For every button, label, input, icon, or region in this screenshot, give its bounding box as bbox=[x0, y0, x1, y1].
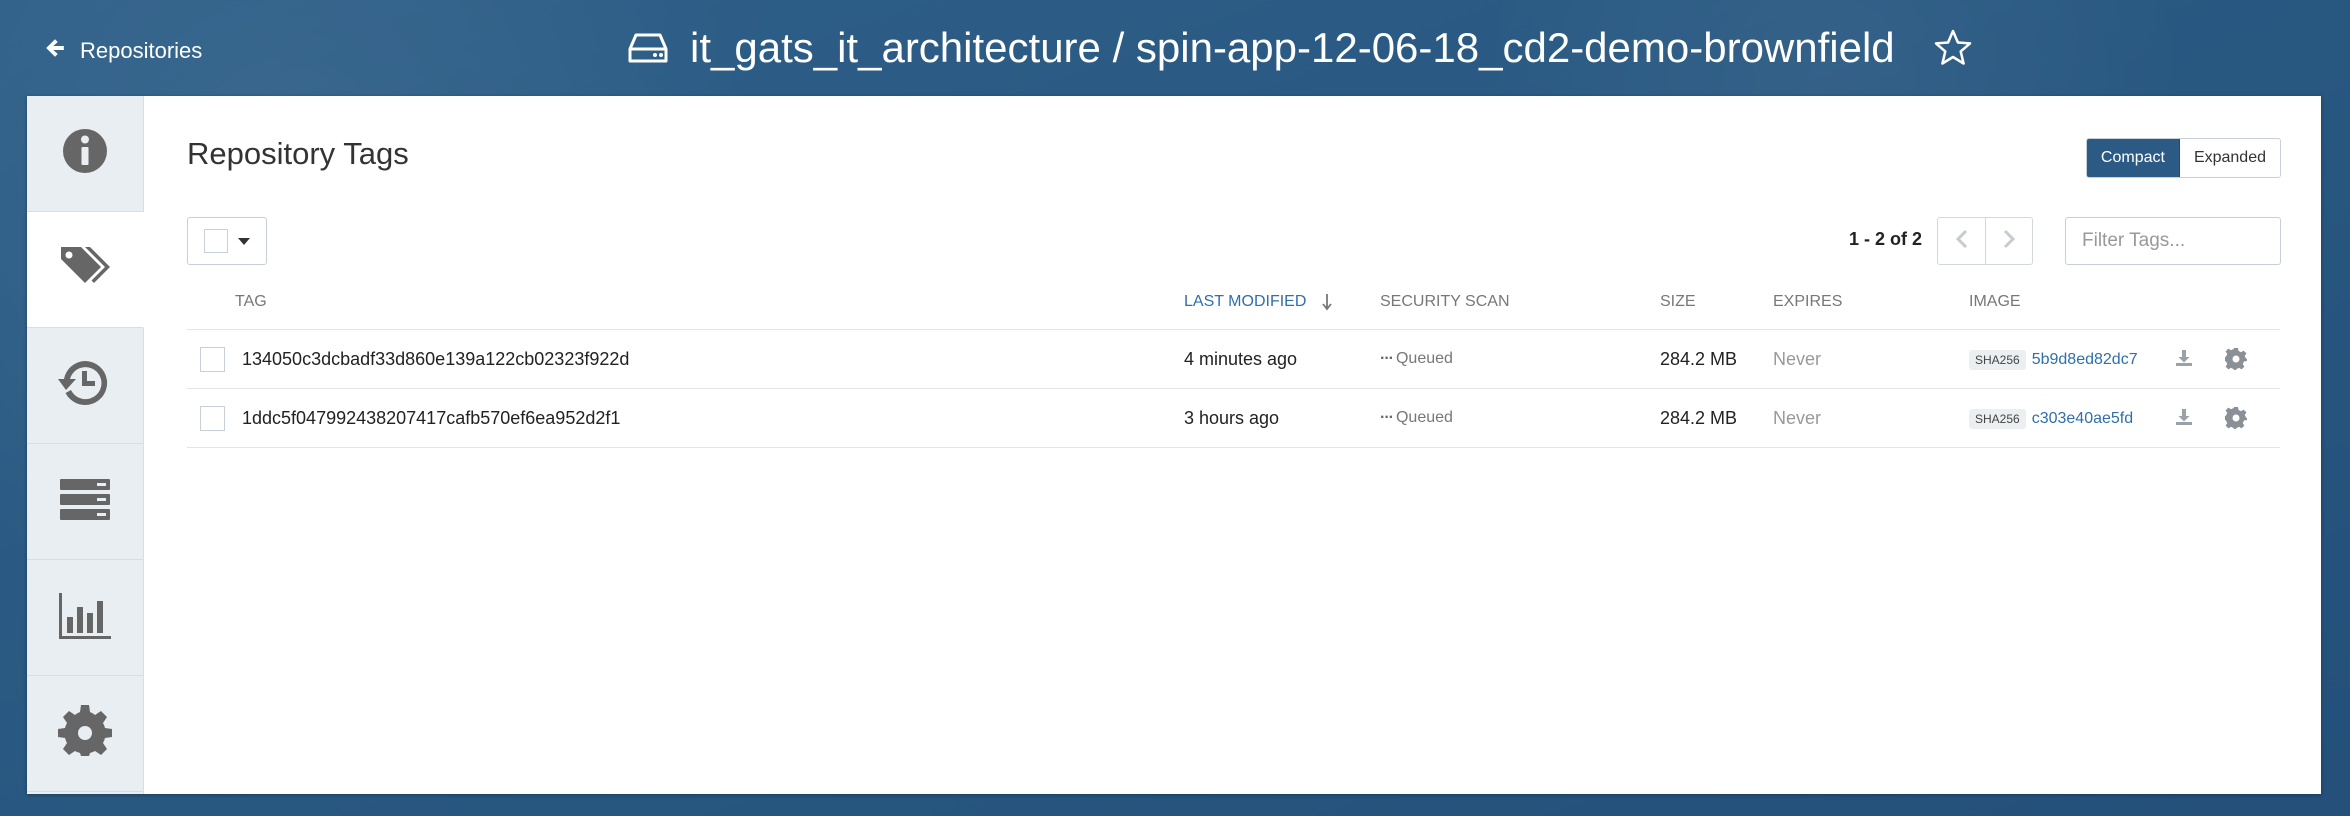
settings-gear-icon[interactable] bbox=[2224, 347, 2248, 371]
column-header-image[interactable]: IMAGE bbox=[1969, 292, 2021, 330]
sort-descending-icon bbox=[1322, 292, 1333, 312]
sha-badge: SHA256 bbox=[1969, 409, 2026, 430]
image-size: 284.2 MB bbox=[1660, 349, 1738, 369]
page-title: Repository Tags bbox=[187, 136, 409, 171]
download-icon[interactable] bbox=[2174, 348, 2194, 368]
repository-sidebar bbox=[27, 96, 144, 794]
compact-view-button[interactable]: Compact bbox=[2086, 139, 2180, 177]
settings-gear-icon[interactable] bbox=[2224, 406, 2248, 430]
column-header-expires[interactable]: EXPIRES bbox=[1773, 292, 1842, 330]
expanded-view-button[interactable]: Expanded bbox=[2179, 139, 2280, 177]
tags-content: Repository Tags Compact Expanded 1 - 2 o… bbox=[187, 96, 2281, 794]
server-stack-icon bbox=[57, 471, 113, 532]
column-header-last-modified-label: LAST MODIFIED bbox=[1184, 293, 1307, 310]
chevron-left-icon bbox=[1954, 229, 1970, 254]
sha-badge: SHA256 bbox=[1969, 350, 2026, 371]
table-row: 1ddc5f047992438207417cafb570ef6ea952d2f1… bbox=[187, 389, 2280, 448]
table-row: 134050c3dcbadf33d860e139a122cb02323f922d… bbox=[187, 330, 2280, 389]
pagination-summary: 1 - 2 of 2 bbox=[1848, 229, 1922, 249]
table-header: TAG LAST MODIFIED SECURITY SCAN SIZE EXP… bbox=[187, 292, 2280, 330]
last-modified: 4 minutes ago bbox=[1184, 349, 1298, 369]
sidebar-item-tags[interactable] bbox=[27, 212, 144, 328]
image-digest-link[interactable]: c303e40ae5fd bbox=[2032, 410, 2133, 427]
image-id: SHA256 5b9d8ed82dc7 bbox=[1969, 330, 2138, 388]
repository-title: it_gats_it_architecture / spin-app-12-06… bbox=[690, 24, 1895, 71]
image-size: 284.2 MB bbox=[1660, 408, 1738, 428]
sidebar-item-builds[interactable] bbox=[27, 444, 143, 560]
column-header-last-modified[interactable]: LAST MODIFIED bbox=[1184, 292, 1333, 330]
info-circle-icon bbox=[57, 123, 113, 184]
top-bar: Repositories it_gats_it_architecture / s… bbox=[0, 0, 2350, 95]
tag-name[interactable]: 1ddc5f047992438207417cafb570ef6ea952d2f1 bbox=[242, 389, 620, 447]
image-id: SHA256 c303e40ae5fd bbox=[1969, 389, 2133, 447]
sidebar-item-usage[interactable] bbox=[27, 560, 143, 676]
row-checkbox[interactable] bbox=[200, 347, 225, 372]
hard-drive-icon bbox=[628, 31, 668, 65]
column-header-size[interactable]: SIZE bbox=[1660, 292, 1696, 330]
caret-down-icon bbox=[238, 237, 250, 245]
arrow-left-icon bbox=[44, 37, 66, 65]
select-all-dropdown[interactable] bbox=[187, 217, 267, 265]
back-link-label: Repositories bbox=[80, 38, 203, 63]
repository-header: it_gats_it_architecture / spin-app-12-06… bbox=[628, 18, 1973, 78]
security-scan-label: Queued bbox=[1395, 409, 1453, 426]
ellipsis-icon: ··· bbox=[1380, 350, 1394, 367]
next-page-button[interactable] bbox=[1985, 218, 2032, 264]
column-header-security-scan[interactable]: SECURITY SCAN bbox=[1380, 292, 1510, 330]
tags-table: TAG LAST MODIFIED SECURITY SCAN SIZE EXP… bbox=[187, 292, 2280, 448]
back-to-repositories-link[interactable]: Repositories bbox=[44, 34, 202, 68]
previous-page-button[interactable] bbox=[1938, 218, 1985, 264]
pagination-buttons bbox=[1937, 217, 2033, 265]
row-checkbox[interactable] bbox=[200, 406, 225, 431]
bar-chart-icon bbox=[57, 587, 113, 648]
tag-name[interactable]: 134050c3dcbadf33d860e139a122cb02323f922d bbox=[242, 330, 629, 388]
download-icon[interactable] bbox=[2174, 407, 2194, 427]
sidebar-item-settings[interactable] bbox=[27, 676, 143, 792]
image-digest-link[interactable]: 5b9d8ed82dc7 bbox=[2032, 351, 2138, 368]
select-all-checkbox[interactable] bbox=[204, 229, 228, 253]
history-icon bbox=[57, 355, 113, 416]
security-scan-status[interactable]: ··· Queued bbox=[1380, 330, 1453, 388]
view-toggle: Compact Expanded bbox=[2085, 138, 2281, 178]
last-modified: 3 hours ago bbox=[1184, 408, 1280, 428]
column-header-tag[interactable]: TAG bbox=[235, 292, 267, 330]
star-outline-icon[interactable] bbox=[1933, 28, 1973, 68]
ellipsis-icon: ··· bbox=[1380, 409, 1394, 426]
chevron-right-icon bbox=[2001, 229, 2017, 254]
security-scan-status[interactable]: ··· Queued bbox=[1380, 389, 1453, 447]
sidebar-item-history[interactable] bbox=[27, 328, 143, 444]
gear-icon bbox=[57, 703, 113, 764]
repository-panel: Repository Tags Compact Expanded 1 - 2 o… bbox=[27, 96, 2321, 794]
sidebar-item-info[interactable] bbox=[27, 96, 143, 212]
expiration: Never bbox=[1773, 408, 1822, 428]
security-scan-label: Queued bbox=[1395, 350, 1453, 367]
filter-tags-input[interactable] bbox=[2065, 217, 2281, 265]
expiration: Never bbox=[1773, 349, 1822, 369]
tags-icon bbox=[57, 239, 113, 300]
